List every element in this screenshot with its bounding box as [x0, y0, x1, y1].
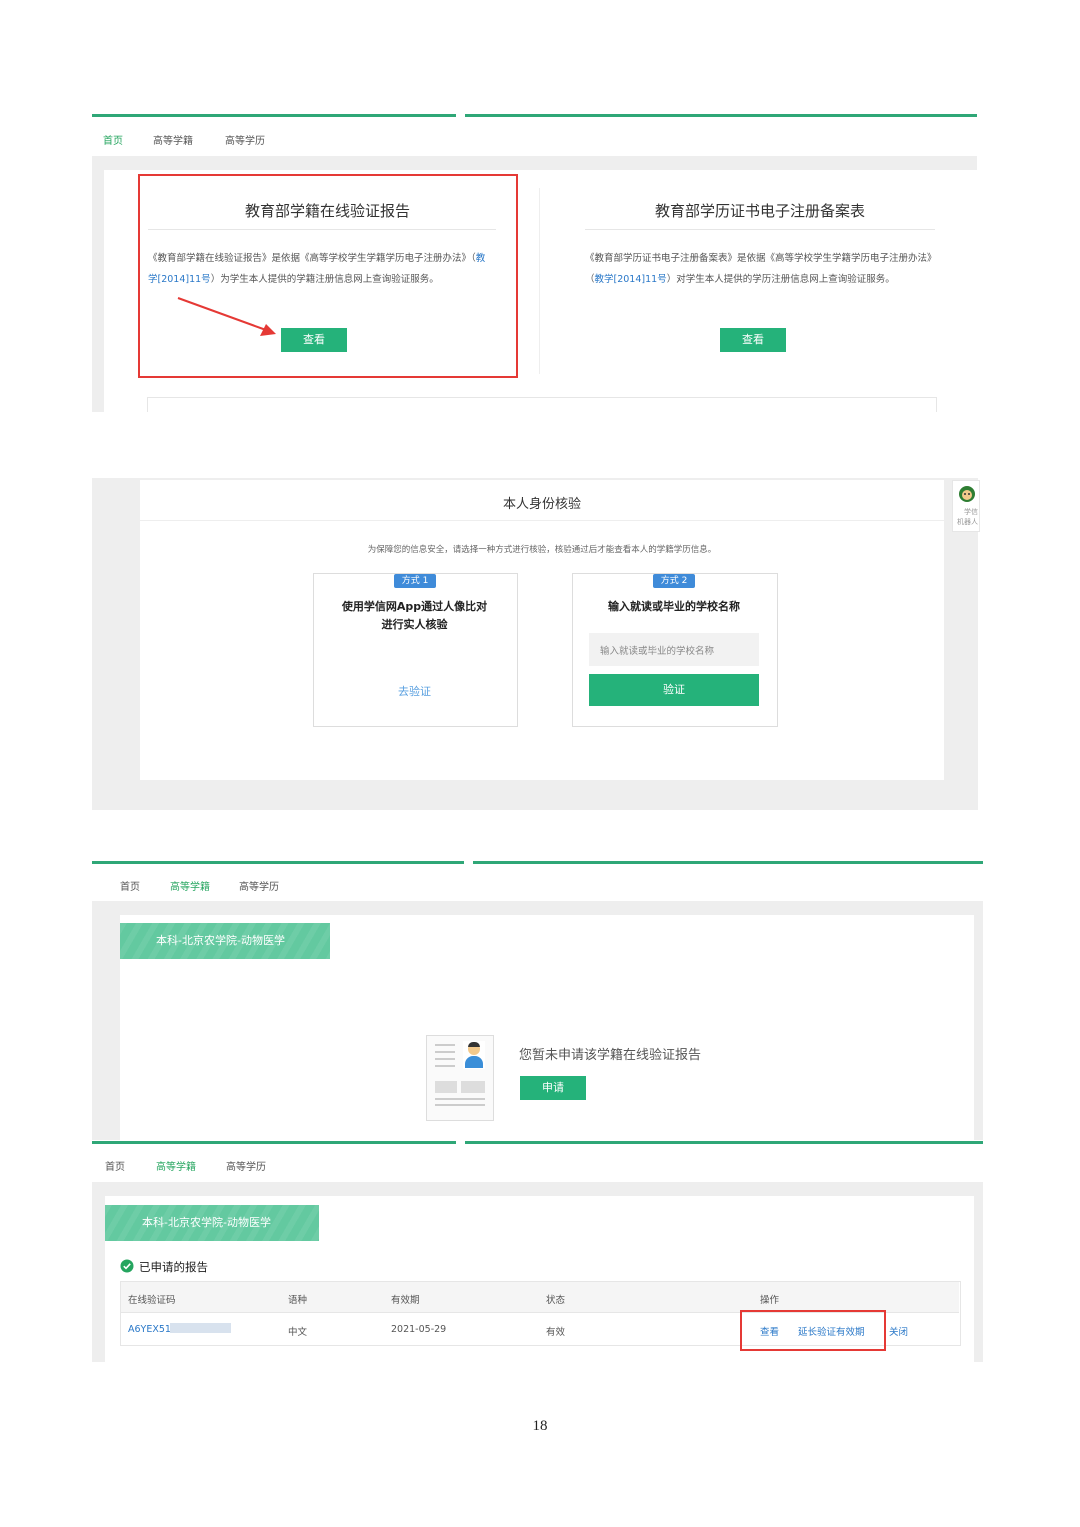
nav-degree[interactable]: 高等学历: [239, 878, 279, 893]
robot-icon: [959, 486, 975, 502]
language-cell: 中文: [288, 1327, 308, 1338]
verify-title: 本人身份核验: [502, 497, 581, 512]
applied-reports-heading: 已申请的报告: [139, 1260, 208, 1274]
nav-gray-band: [92, 1182, 983, 1196]
col-status: 状态: [546, 1295, 566, 1306]
nav-top-line: [92, 861, 464, 864]
verify-divider: [140, 520, 944, 521]
verify-panel: [140, 480, 944, 780]
nav-home[interactable]: 首页: [105, 1158, 125, 1173]
method2-tag: 方式 2: [653, 574, 695, 588]
nav-gray-band: [92, 156, 977, 170]
verify-note: 为保障您的信息安全，请选择一种方式进行核验，核验通过后才能查看本人的学籍学历信息…: [367, 545, 717, 555]
card-separator: [539, 188, 540, 374]
school-name-input[interactable]: 输入就读或毕业的学校名称: [589, 633, 759, 666]
col-code: 在线验证码: [128, 1295, 176, 1306]
nav-top-line: [473, 861, 983, 864]
method1-title: 进行实人核验: [381, 618, 448, 631]
nav-student[interactable]: 高等学籍: [170, 878, 210, 893]
blurred-code: [170, 1323, 231, 1333]
highlight-box: [740, 1310, 886, 1351]
nav-student[interactable]: 高等学籍: [153, 132, 193, 147]
col-language: 语种: [288, 1295, 308, 1306]
nav-top-line: [465, 1141, 983, 1144]
col-actions: 操作: [760, 1295, 780, 1306]
nav-home[interactable]: 首页: [103, 132, 123, 147]
check-circle-icon: [120, 1259, 134, 1273]
side-label: 学信: [964, 508, 978, 516]
gray-margin: [92, 1196, 105, 1362]
page-number: 18: [532, 1418, 548, 1434]
method1-card: [313, 573, 518, 727]
nav-top-line: [465, 114, 977, 117]
status-cell: 有效: [546, 1327, 566, 1338]
method1-tag: 方式 1: [394, 574, 436, 588]
enrollment-banner: 本科-北京农学院-动物医学: [120, 923, 330, 959]
method2-title: 输入就读或毕业的学校名称: [608, 600, 740, 613]
doc-link[interactable]: 教学[2014]11号: [595, 274, 667, 285]
nav-top-line: [92, 1141, 456, 1144]
nav-degree[interactable]: 高等学历: [226, 1158, 266, 1173]
enrollment-banner: 本科-北京农学院-动物医学: [105, 1205, 319, 1241]
highlight-box: [138, 174, 518, 378]
next-card-edge: [147, 397, 937, 412]
apply-button[interactable]: 申请: [520, 1076, 586, 1100]
close-link[interactable]: 关闭: [889, 1324, 908, 1338]
col-expiry: 有效期: [391, 1295, 420, 1306]
nav-student[interactable]: 高等学籍: [156, 1158, 196, 1173]
red-arrow-icon: [177, 297, 276, 336]
side-assistant[interactable]: 学信 机器人: [952, 480, 980, 532]
card2-divider: [585, 229, 935, 230]
verification-code[interactable]: A6YEX51: [128, 1324, 171, 1335]
card2-title: 教育部学历证书电子注册备案表: [654, 202, 865, 220]
input-placeholder: 输入就读或毕业的学校名称: [600, 646, 715, 657]
gray-margin: [92, 915, 120, 1140]
document-icon: [426, 1035, 494, 1121]
method1-title: 使用学信网App通过人像比对: [341, 600, 488, 613]
method1-verify-link[interactable]: 去验证: [313, 683, 516, 699]
card2-view-button[interactable]: 查看: [720, 328, 786, 352]
nav-top-line: [92, 114, 456, 117]
nav-home[interactable]: 首页: [120, 878, 140, 893]
expiry-cell: 2021-05-29: [391, 1324, 447, 1335]
no-report-message: 您暂未申请该学籍在线验证报告: [519, 1048, 702, 1063]
side-label: 机器人: [957, 518, 978, 526]
card2-description: 《教育部学历证书电子注册备案表》是依据《高等学校学生学籍学历电子注册办法》（教学…: [585, 248, 933, 290]
gray-margin: [974, 915, 983, 1140]
table-header: [121, 1282, 959, 1312]
gray-margin: [92, 170, 104, 412]
nav-gray-band: [92, 901, 983, 915]
desc-text: ）对学生本人提供的学历注册信息网上查询验证服务。: [666, 274, 895, 285]
gray-margin: [974, 1196, 983, 1362]
verify-button[interactable]: 验证: [589, 674, 759, 706]
nav-degree[interactable]: 高等学历: [225, 132, 265, 147]
